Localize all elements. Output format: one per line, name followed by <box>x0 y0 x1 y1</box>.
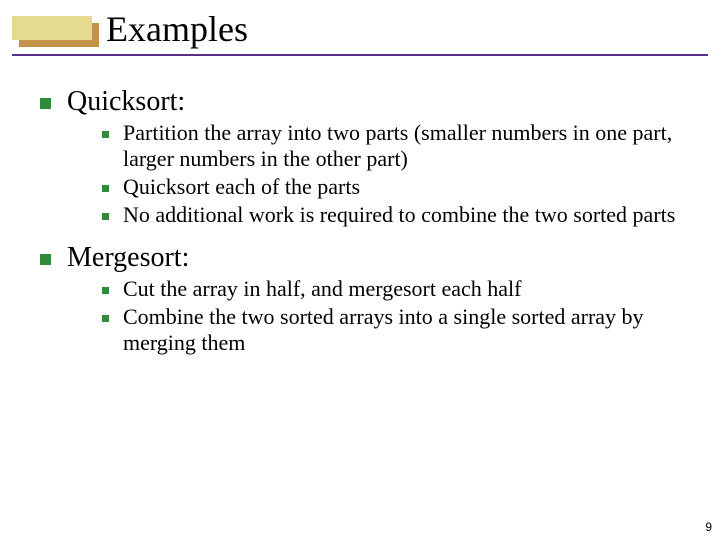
accent-top <box>12 16 92 40</box>
slide-title: Examples <box>106 8 248 50</box>
list-item-text: Combine the two sorted arrays into a sin… <box>123 304 686 356</box>
square-bullet-icon <box>102 213 109 220</box>
square-bullet-icon <box>102 287 109 294</box>
list-item: Quicksort each of the parts <box>102 174 686 200</box>
section-items: Cut the array in half, and mergesort eac… <box>102 276 686 356</box>
list-item: No additional work is required to combin… <box>102 202 686 228</box>
title-accent <box>12 16 104 52</box>
section-items: Partition the array into two parts (smal… <box>102 120 686 228</box>
list-item-text: Partition the array into two parts (smal… <box>123 120 686 172</box>
slide-body: Quicksort: Partition the array into two … <box>40 78 696 358</box>
page-number: 9 <box>705 520 712 534</box>
section-heading: Mergesort: <box>40 242 696 274</box>
list-item-text: Cut the array in half, and mergesort eac… <box>123 276 522 302</box>
square-bullet-icon <box>102 315 109 322</box>
square-bullet-icon <box>102 185 109 192</box>
list-item-text: Quicksort each of the parts <box>123 174 360 200</box>
list-item: Partition the array into two parts (smal… <box>102 120 686 172</box>
section-heading: Quicksort: <box>40 86 696 118</box>
slide: Examples Quicksort: Partition the array … <box>0 0 720 540</box>
section-heading-text: Quicksort: <box>67 86 185 118</box>
square-bullet-icon <box>102 131 109 138</box>
list-item-text: No additional work is required to combin… <box>123 202 675 228</box>
square-bullet-icon <box>40 254 51 265</box>
section-heading-text: Mergesort: <box>67 242 189 274</box>
list-item: Cut the array in half, and mergesort eac… <box>102 276 686 302</box>
title-underline <box>12 54 708 56</box>
list-item: Combine the two sorted arrays into a sin… <box>102 304 686 356</box>
square-bullet-icon <box>40 98 51 109</box>
